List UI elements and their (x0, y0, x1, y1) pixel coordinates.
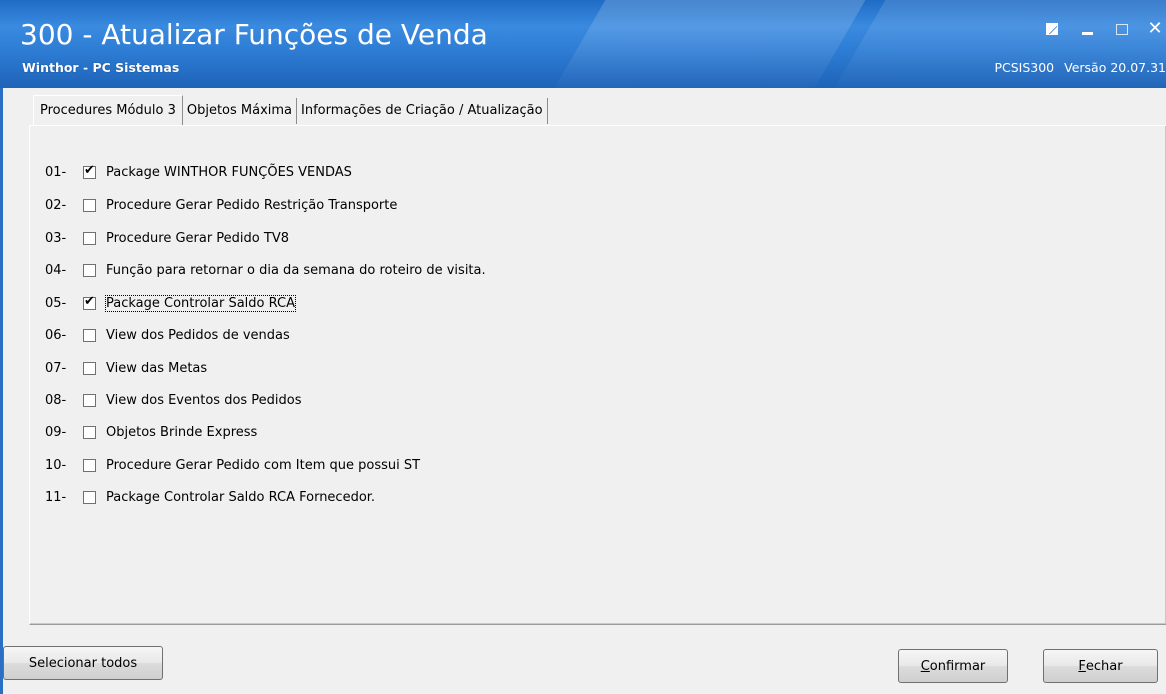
item-label: Procedure Gerar Pedido com Item que poss… (106, 457, 421, 473)
item-number: 01- (45, 164, 67, 180)
item-number: 07- (45, 360, 67, 376)
confirm-accelerator: C (920, 658, 930, 674)
list-item[interactable]: 01- Package WINTHOR FUNÇÕES VENDAS (45, 162, 352, 182)
item-checkbox[interactable] (83, 263, 96, 277)
title-bar[interactable]: 300 - Atualizar Funções de Venda Winthor… (0, 0, 1166, 88)
minimize-icon (1081, 32, 1093, 35)
routine-info: PCSIS300 Versão 20.07.31 (988, 60, 1166, 75)
maximize-icon (1116, 24, 1128, 35)
item-number: 03- (45, 230, 67, 246)
list-item[interactable]: 08- View dos Eventos dos Pedidos (45, 390, 302, 410)
list-item[interactable]: 09- Objetos Brinde Express (45, 422, 257, 442)
tab-panel: 01- Package WINTHOR FUNÇÕES VENDAS 02- P… (29, 125, 1166, 625)
list-item[interactable]: 03- Procedure Gerar Pedido TV8 (45, 228, 289, 248)
item-checkbox[interactable] (83, 198, 96, 212)
tab-bar: Procedures Módulo 3 Objetos Máxima Infor… (33, 95, 548, 127)
minimize-button[interactable] (1078, 20, 1096, 38)
restore-window-button[interactable] (1043, 20, 1061, 38)
confirm-button[interactable]: Confirmar (898, 649, 1008, 683)
item-label: Package Controlar Saldo RCA (105, 294, 296, 312)
item-label: View das Metas (106, 360, 208, 376)
title-bar-glare (554, 0, 866, 88)
tab-informacoes-criacao[interactable]: Informações de Criação / Atualização (297, 98, 548, 124)
window-title: 300 - Atualizar Funções de Venda (20, 18, 488, 51)
item-checkbox[interactable] (83, 231, 96, 245)
maximize-button[interactable] (1113, 20, 1131, 38)
confirm-label-rest: onfirmar (929, 658, 986, 674)
item-checkbox[interactable] (83, 458, 96, 472)
item-checkbox[interactable] (83, 328, 96, 342)
list-item[interactable]: 10- Procedure Gerar Pedido com Item que … (45, 455, 420, 475)
item-label: Package WINTHOR FUNÇÕES VENDAS (106, 164, 352, 180)
item-number: 08- (45, 392, 67, 408)
restore-icon (1046, 23, 1058, 35)
window-subtitle: Winthor - PC Sistemas (22, 60, 180, 75)
list-item[interactable]: 06- View dos Pedidos de vendas (45, 325, 290, 345)
item-label: View dos Eventos dos Pedidos (106, 392, 302, 408)
content-area: Procedures Módulo 3 Objetos Máxima Infor… (3, 88, 1166, 694)
list-item[interactable]: 07- View das Metas (45, 358, 207, 378)
list-item[interactable]: 05- Package Controlar Saldo RCA (45, 293, 296, 313)
item-label: Função para retornar o dia da semana do … (106, 262, 486, 278)
close-button[interactable]: Fechar (1043, 649, 1158, 683)
item-label: Procedure Gerar Pedido Restrição Transpo… (106, 197, 398, 213)
list-item[interactable]: 02- Procedure Gerar Pedido Restrição Tra… (45, 195, 397, 215)
item-number: 11- (45, 489, 67, 505)
close-accelerator: F (1078, 658, 1086, 674)
item-number: 09- (45, 424, 67, 440)
item-checkbox[interactable] (83, 361, 96, 375)
tab-procedures-modulo-3[interactable]: Procedures Módulo 3 (33, 95, 183, 126)
tab-objetos-maxima[interactable]: Objetos Máxima (183, 98, 298, 124)
version-label: Versão 20.07.31 (1064, 60, 1166, 75)
close-icon: ✕ (1147, 18, 1163, 39)
item-number: 04- (45, 262, 67, 278)
main-window: 300 - Atualizar Funções de Venda Winthor… (0, 0, 1166, 694)
item-number: 06- (45, 327, 67, 343)
item-label: Package Controlar Saldo RCA Fornecedor. (106, 489, 376, 505)
close-label-rest: echar (1085, 658, 1123, 674)
item-number: 05- (45, 295, 67, 311)
item-checkbox[interactable] (83, 163, 96, 179)
list-item[interactable]: 11- Package Controlar Saldo RCA Forneced… (45, 487, 375, 507)
item-checkbox[interactable] (83, 294, 96, 310)
close-window-button[interactable]: ✕ (1146, 20, 1164, 38)
item-checkbox[interactable] (83, 490, 96, 504)
item-number: 10- (45, 457, 67, 473)
item-label: View dos Pedidos de vendas (106, 327, 290, 343)
item-checkbox[interactable] (83, 393, 96, 407)
item-label: Objetos Brinde Express (106, 424, 258, 440)
select-all-button[interactable]: Selecionar todos (3, 646, 163, 680)
list-item[interactable]: 04- Função para retornar o dia da semana… (45, 260, 486, 280)
item-label: Procedure Gerar Pedido TV8 (106, 230, 289, 246)
routine-code: PCSIS300 (994, 60, 1055, 75)
item-checkbox[interactable] (83, 425, 96, 439)
item-number: 02- (45, 197, 67, 213)
